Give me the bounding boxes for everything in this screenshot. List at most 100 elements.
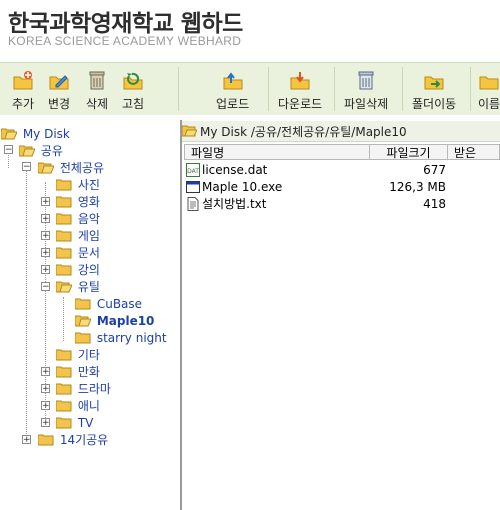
toolbar: 추가 변경 삭제 고침 업로드 다운로드 파일삭제 폴더이동 이름: [0, 62, 500, 115]
tree-item-group14[interactable]: 14기공유: [38, 431, 108, 447]
tree-collapse-toggle[interactable]: −: [4, 145, 13, 155]
tree-item-my-disk[interactable]: My Disk: [1, 125, 70, 141]
folder-open-icon: [182, 125, 197, 137]
header: 한국과학영재학교 웹하드 KOREA SCIENCE ACADEMY WEBHA…: [0, 0, 500, 60]
column-header-received[interactable]: 받은: [448, 144, 500, 160]
tree-item-tv[interactable]: TV: [56, 414, 93, 430]
path-bar: My Disk /공유/전체공유/유틸/Maple10: [182, 121, 500, 142]
txt-file-icon: [187, 197, 199, 211]
folder-icon: [56, 178, 72, 191]
tree-expand-toggle[interactable]: +: [41, 384, 50, 394]
add-folder-icon: [13, 71, 33, 90]
tree-expand-toggle[interactable]: +: [41, 197, 50, 207]
file-row[interactable]: 설치방법.txt 418: [182, 196, 500, 213]
tree-item-public[interactable]: 공유: [19, 142, 63, 158]
tree-expand-toggle[interactable]: +: [41, 214, 50, 224]
add-button[interactable]: 추가: [12, 69, 34, 112]
folder-icon: [56, 195, 72, 208]
toolbar-divider: [402, 67, 403, 111]
file-list-header: 파일명 파일크기 받은: [182, 144, 500, 160]
toolbar-divider: [470, 67, 471, 111]
download-button[interactable]: 다운로드: [278, 69, 322, 112]
folder-icon: [56, 416, 72, 429]
file-row[interactable]: Maple 10.exe 126,3 MB: [182, 179, 500, 196]
column-header-filename[interactable]: 파일명: [184, 144, 370, 160]
folder-icon: [56, 212, 72, 225]
tree-item-lectures[interactable]: 강의: [56, 261, 100, 277]
tree-item-etc[interactable]: 기타: [56, 346, 100, 362]
tree-expand-toggle[interactable]: +: [41, 231, 50, 241]
dat-file-icon: DAT: [186, 163, 200, 177]
folder-icon: [56, 246, 72, 259]
file-delete-icon: [358, 71, 374, 90]
tree-item-movies[interactable]: 영화: [56, 193, 100, 209]
tree-collapse-toggle[interactable]: −: [41, 282, 50, 292]
folder-tree: My Disk − 공유 − 전체공유 사진 + 영화 + 음악 + 게임 + …: [0, 120, 178, 510]
tree-item-photos[interactable]: 사진: [56, 176, 100, 192]
tree-item-starry-night[interactable]: starry night: [75, 329, 167, 345]
tree-item-documents[interactable]: 문서: [56, 244, 100, 260]
edit-button[interactable]: 변경: [48, 69, 70, 112]
upload-icon: [223, 72, 243, 90]
trash-icon: [89, 71, 105, 90]
folder-open-icon: [19, 144, 35, 157]
tree-item-cubase[interactable]: CuBase: [75, 295, 142, 311]
file-size: 418: [423, 197, 446, 211]
site-title: 한국과학영재학교 웹하드: [8, 11, 243, 37]
delete-button[interactable]: 삭제: [86, 69, 108, 112]
tree-expand-toggle[interactable]: +: [41, 265, 50, 275]
toolbar-divider: [334, 67, 335, 111]
tree-item-drama[interactable]: 드라마: [56, 380, 111, 396]
column-header-filesize[interactable]: 파일크기: [370, 144, 448, 160]
tree-expand-toggle[interactable]: +: [22, 435, 31, 445]
folder-open-icon: [1, 127, 17, 140]
folder-move-button[interactable]: 폴더이동: [412, 69, 456, 112]
tree-item-games[interactable]: 게임: [56, 227, 100, 243]
file-list: 파일명 파일크기 받은 DAT license.dat 677 Maple 10…: [182, 142, 500, 510]
tree-line: [26, 166, 27, 440]
folder-icon: [75, 331, 91, 344]
folder-icon: [56, 382, 72, 395]
folder-open-icon: [56, 280, 72, 293]
folder-icon: [75, 297, 91, 310]
upload-button[interactable]: 업로드: [216, 69, 249, 112]
refresh-icon: [123, 72, 143, 90]
exe-file-icon: [186, 181, 200, 193]
download-icon: [290, 72, 310, 90]
file-size: 126,3 MB: [389, 180, 446, 194]
folder-open-icon: [75, 314, 91, 327]
tree-item-music[interactable]: 음악: [56, 210, 100, 226]
file-name: 설치방법.txt: [202, 197, 267, 211]
tree-item-utils[interactable]: 유틸: [56, 278, 100, 294]
tree-expand-toggle[interactable]: +: [41, 248, 50, 258]
file-row[interactable]: DAT license.dat 677: [182, 162, 500, 179]
tree-line: [63, 297, 64, 341]
folder-icon: [56, 348, 72, 361]
tree-expand-toggle[interactable]: +: [41, 418, 50, 428]
folder-icon: [56, 229, 72, 242]
folder-icon: [56, 399, 72, 412]
rename-icon: [479, 76, 499, 90]
file-size: 677: [423, 163, 446, 177]
tree-expand-toggle[interactable]: +: [41, 401, 50, 411]
toolbar-divider: [268, 67, 269, 111]
tree-item-anime[interactable]: 애니: [56, 397, 100, 413]
tree-collapse-toggle[interactable]: −: [22, 162, 31, 172]
edit-icon: [49, 75, 69, 90]
site-subtitle: KOREA SCIENCE ACADEMY WEBHARD: [8, 34, 242, 48]
refresh-button[interactable]: 고침: [122, 69, 144, 112]
folder-open-icon: [38, 161, 54, 174]
folder-icon: [56, 263, 72, 276]
file-delete-button[interactable]: 파일삭제: [344, 69, 388, 112]
rename-button[interactable]: 이름: [478, 69, 500, 112]
tree-expand-toggle[interactable]: +: [41, 367, 50, 377]
svg-text:DAT: DAT: [187, 168, 199, 175]
folder-icon: [56, 365, 72, 378]
file-name: license.dat: [202, 163, 268, 177]
current-path: My Disk /공유/전체공유/유틸/Maple10: [200, 125, 407, 139]
folder-icon: [38, 433, 54, 446]
tree-item-shared-all[interactable]: 전체공유: [38, 159, 104, 175]
tree-item-maple10[interactable]: Maple10: [75, 312, 154, 328]
tree-item-comics[interactable]: 만화: [56, 363, 100, 379]
folder-move-icon: [424, 76, 444, 90]
